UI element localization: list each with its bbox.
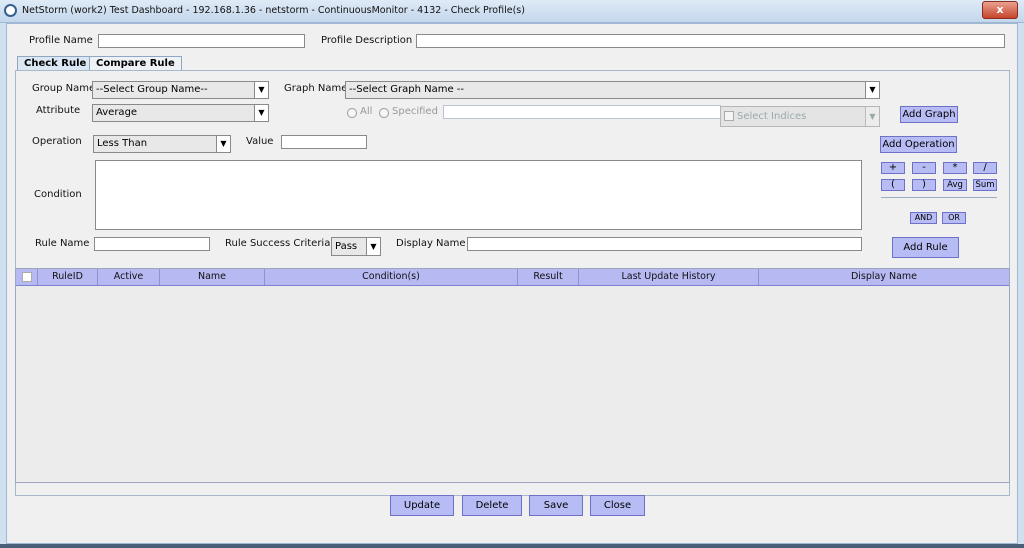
select-all-column [16,269,38,285]
select-indices-placeholder: Select Indices [737,111,807,122]
rule-success-criteria-select[interactable]: Pass ▼ [331,237,381,256]
or-button[interactable]: OR [942,212,966,224]
specified-indices-input[interactable] [443,105,721,119]
rule-success-criteria-value: Pass [335,241,358,252]
save-button[interactable]: Save [529,495,583,516]
chevron-down-icon[interactable]: ▼ [865,82,879,98]
radio-all[interactable] [347,108,357,118]
profile-name-label: Profile Name [29,35,93,46]
operator-sum-button[interactable]: Sum [973,179,997,191]
delete-button[interactable]: Delete [462,495,522,516]
add-rule-button[interactable]: Add Rule [892,237,959,258]
column-header-name[interactable]: Name [160,269,265,285]
column-header-ruleid[interactable]: RuleID [38,269,98,285]
operation-select[interactable]: Less Than ▼ [93,135,231,153]
value-input[interactable] [281,135,367,149]
operator-avg-button[interactable]: Avg [943,179,967,191]
and-button[interactable]: AND [910,212,937,224]
chevron-down-icon[interactable]: ▼ [254,105,268,121]
operator-minus-button[interactable]: - [912,162,936,174]
chevron-down-icon[interactable]: ▼ [216,136,230,152]
profile-name-input[interactable] [98,34,305,48]
group-name-select[interactable]: --Select Group Name-- ▼ [92,81,269,99]
radio-specified-label: Specified [392,106,438,117]
chevron-down-icon[interactable]: ▼ [366,238,380,255]
attribute-label: Attribute [36,105,81,116]
chevron-down-icon[interactable]: ▼ [865,107,879,126]
operation-label: Operation [32,136,82,147]
column-header-conditions[interactable]: Condition(s) [265,269,518,285]
graph-name-label: Graph Name [284,83,348,94]
graph-name-value: --Select Graph Name -- [349,84,464,95]
operator-close-paren-button[interactable]: ) [912,179,936,191]
radio-specified[interactable] [379,108,389,118]
app-logo-icon [4,4,17,17]
display-name-label: Display Name [396,238,466,249]
rule-success-criteria-label: Rule Success Criteria [225,238,331,249]
group-name-label: Group Name [32,83,96,94]
update-button[interactable]: Update [390,495,454,516]
condition-textarea[interactable] [95,160,862,230]
column-header-active[interactable]: Active [98,269,160,285]
close-button[interactable]: Close [590,495,645,516]
add-graph-button[interactable]: Add Graph [900,106,958,123]
operator-divider [881,197,997,198]
operation-value: Less Than [97,138,148,149]
taskbar [0,544,1024,548]
tab-compare-rule[interactable]: Compare Rule [89,56,182,71]
value-label: Value [246,136,274,147]
rule-name-input[interactable] [94,237,210,251]
window-title: NetStorm (work2) Test Dashboard - 192.16… [22,5,525,16]
rule-tabs: Check Rule Compare Rule [15,56,1010,71]
rule-name-label: Rule Name [35,238,90,249]
operator-multiply-button[interactable]: * [943,162,967,174]
operator-plus-button[interactable]: + [881,162,905,174]
profile-description-label: Profile Description [321,35,413,46]
graph-name-select[interactable]: --Select Graph Name -- ▼ [345,81,880,99]
check-profile-window: Profile Name Profile Description Check R… [6,23,1018,544]
profile-description-input[interactable] [416,34,1005,48]
select-indices-dropdown[interactable]: Select Indices ▼ [720,106,880,127]
select-all-checkbox[interactable] [21,271,32,282]
checkbox-icon [724,111,734,121]
radio-all-label: All [360,106,373,117]
operator-divide-button[interactable]: / [973,162,997,174]
attribute-select[interactable]: Average ▼ [92,104,269,122]
window-close-button[interactable]: x [982,1,1018,19]
tab-check-rule[interactable]: Check Rule [17,56,94,71]
column-header-last-update-history[interactable]: Last Update History [579,269,759,285]
chevron-down-icon[interactable]: ▼ [254,82,268,98]
table-header: RuleID Active Name Condition(s) Result L… [16,269,1009,286]
display-name-input[interactable] [467,237,862,251]
column-header-display-name[interactable]: Display Name [759,269,1009,285]
add-operation-button[interactable]: Add Operation [880,136,957,153]
condition-label: Condition [34,189,82,200]
title-bar: NetStorm (work2) Test Dashboard - 192.16… [0,0,1024,23]
attribute-value: Average [96,107,138,118]
column-header-result[interactable]: Result [518,269,579,285]
rules-table: RuleID Active Name Condition(s) Result L… [15,268,1010,483]
group-name-value: --Select Group Name-- [96,84,208,95]
operator-open-paren-button[interactable]: ( [881,179,905,191]
